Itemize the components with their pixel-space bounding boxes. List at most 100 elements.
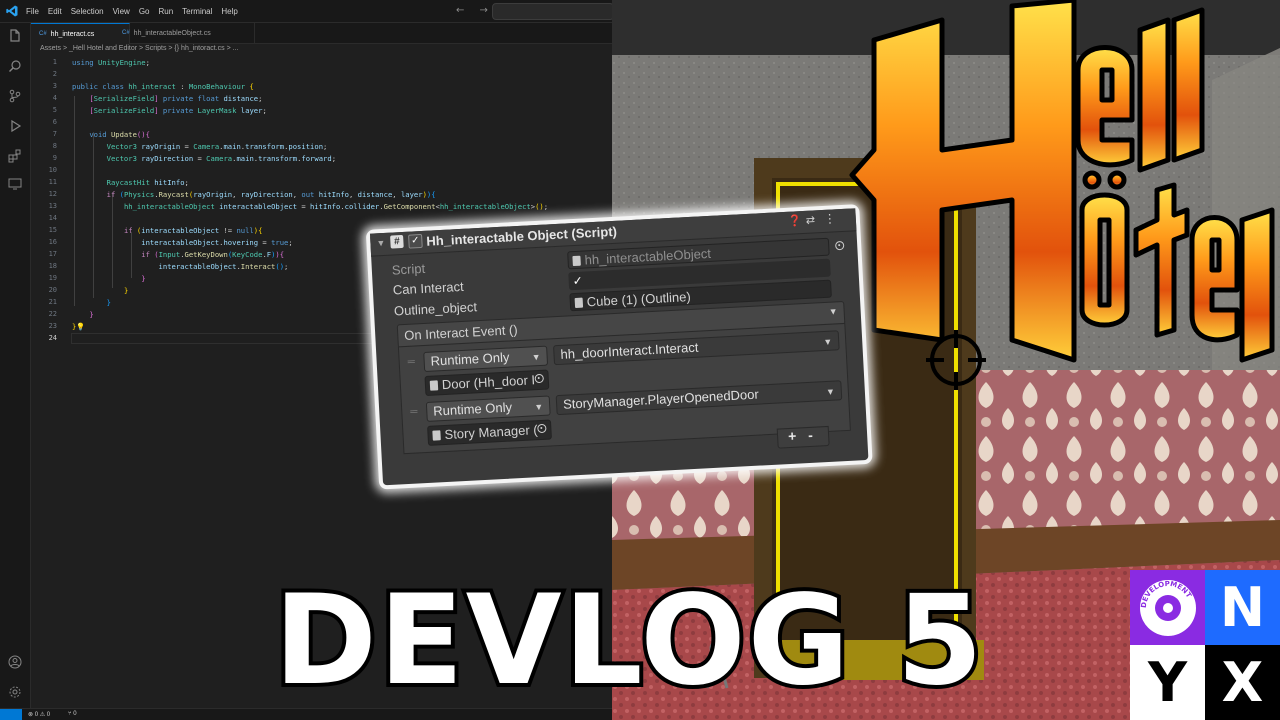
dropdown-arrow-icon: ▼ (531, 351, 541, 363)
dropdown-arrow-icon: ▼ (825, 386, 836, 398)
line-number: 12 (48, 190, 57, 198)
foldout-arrow-icon[interactable]: ▼ (376, 238, 385, 248)
editor-tabs: C# hh_interact.cs C# hh_interactableObje… (31, 23, 612, 44)
gameobject-icon (432, 430, 441, 441)
object-picker-icon[interactable] (537, 423, 547, 434)
code-line: } (141, 274, 146, 283)
line-number: 10 (48, 166, 57, 174)
line-number: 14 (48, 214, 57, 222)
line-number: 20 (48, 286, 57, 294)
code-line: if (Physics.Raycast(rayOrigin, rayDirect… (106, 190, 436, 199)
explorer-icon[interactable] (8, 29, 22, 43)
line-number: 8 (52, 142, 57, 150)
code-line: } (123, 286, 129, 295)
menu-selection[interactable]: Selection (71, 7, 104, 16)
problems-count[interactable]: ⊗ 0 ⚠ 0 (28, 711, 50, 718)
tab-label: hh_interactableObject.cs (133, 29, 211, 37)
event-target-value: Door (Hh_door I (441, 372, 536, 393)
outline-object-label: Outline_object (393, 299, 478, 319)
object-picker-icon[interactable] (834, 240, 845, 251)
line-number: 22 (48, 310, 57, 318)
line-number: 3 (52, 82, 57, 90)
code-line: [SerializeField] private float distance; (89, 94, 263, 103)
code-line: interactableObject.Interact(); (158, 262, 289, 271)
event-function-dropdown[interactable]: hh_doorInteract.Interact ▼ (553, 330, 840, 366)
event-label: On Interact Event () (403, 322, 518, 344)
code-line: Vector3 rayOrigin = Camera.main.transfor… (106, 142, 328, 151)
remote-explorer-icon[interactable] (8, 177, 22, 191)
can-interact-label: Can Interact (392, 278, 465, 298)
presets-icon[interactable]: ⇄ (806, 213, 816, 226)
code-line: } (106, 298, 111, 307)
script-hash-icon: # (390, 234, 404, 249)
breadcrumb[interactable]: Assets > _Hell Hotel and Editor > Script… (40, 45, 238, 52)
help-icon[interactable]: ❓ (788, 214, 802, 228)
menu-edit[interactable]: Edit (48, 7, 62, 16)
line-number: 23 (48, 322, 57, 330)
development-disc-icon: DEVELOPMENT (1139, 579, 1196, 636)
add-remove-footer: + - (776, 425, 830, 449)
command-center-input[interactable] (492, 3, 612, 20)
search-icon[interactable] (8, 59, 22, 73)
object-picker-icon[interactable] (534, 373, 544, 384)
menu-run[interactable]: Run (158, 7, 173, 16)
event-function-dropdown[interactable]: StoryManager.PlayerOpenedDoor ▼ (555, 380, 843, 416)
line-number: 19 (48, 274, 57, 282)
code-line: [SerializeField] private LayerMask layer… (89, 106, 267, 115)
logo-n-letter: N (1205, 570, 1280, 645)
remove-button[interactable]: - (808, 427, 814, 443)
gameobject-icon (574, 297, 584, 309)
event-function-value: StoryManager.PlayerOpenedDoor (562, 386, 760, 412)
extensions-icon[interactable] (8, 149, 22, 163)
line-number: 1 (52, 58, 57, 66)
component-title: Hh_interactable Object (Script) (426, 223, 618, 249)
line-number: 16 (48, 238, 57, 246)
code-line: RaycastHit hitInfo; (106, 178, 189, 187)
enabled-checkbox[interactable]: ✓ (408, 233, 423, 249)
code-line: if (Input.GetKeyDown(KeyCode.F)){ (141, 250, 285, 259)
event-mode-dropdown[interactable]: Runtime Only ▼ (423, 345, 549, 373)
script-file-icon (572, 255, 581, 267)
menu-view[interactable]: View (113, 7, 130, 16)
tab-hh-interactable-object[interactable]: C# hh_interactableObject.cs (114, 23, 255, 43)
event-function-value: hh_doorInteract.Interact (560, 339, 699, 362)
dropdown-arrow-icon: ▼ (534, 401, 544, 413)
drag-handle-icon[interactable]: ═ (410, 406, 418, 417)
vscode-logo-icon (6, 5, 18, 17)
devlog-title: DEVLOG 5 (270, 565, 987, 717)
menu-terminal[interactable]: Terminal (182, 7, 212, 16)
logo-o-cell: DEVELOPMENT (1130, 570, 1205, 645)
menu-help[interactable]: Help (221, 7, 237, 16)
settings-gear-icon[interactable] (8, 685, 22, 699)
source-control-icon[interactable] (8, 89, 22, 103)
script-value: hh_interactableObject (584, 245, 712, 268)
add-button[interactable]: + (788, 428, 797, 444)
context-menu-icon[interactable]: ⋮ (823, 211, 836, 226)
menu-go[interactable]: Go (139, 7, 150, 16)
dropdown-arrow-icon[interactable]: ▼ (828, 306, 837, 316)
event-mode-dropdown[interactable]: Runtime Only ▼ (425, 395, 551, 422)
remote-indicator[interactable] (0, 709, 22, 720)
account-icon[interactable] (8, 655, 22, 669)
event-mode-value: Runtime Only (432, 399, 513, 419)
line-number: 2 (52, 70, 57, 78)
gameobject-icon (429, 380, 439, 391)
unity-inspector-panel: ▼ # ✓ Hh_interactable Object (Script) ❓ … (365, 204, 873, 490)
event-target-field[interactable]: Door (Hh_door I (424, 369, 550, 396)
line-number: 15 (48, 226, 57, 234)
activity-bar (0, 23, 31, 708)
nav-arrows[interactable]: ← → (456, 5, 494, 16)
run-debug-icon[interactable] (8, 119, 22, 133)
dropdown-arrow-icon: ▼ (823, 336, 833, 348)
line-number: 13 (48, 202, 57, 210)
csharp-file-icon: C# (39, 31, 47, 37)
event-target-field[interactable]: Story Manager ( (427, 419, 552, 446)
line-number: 6 (52, 118, 57, 126)
event-mode-value: Runtime Only (430, 349, 510, 369)
outline-object-value: Cube (1) (Outline) (586, 288, 692, 310)
tab-label: hh_interact.cs (50, 30, 95, 38)
drag-handle-icon[interactable]: ═ (407, 357, 415, 368)
logo-y-letter: Y (1130, 645, 1205, 720)
menu-file[interactable]: File (26, 7, 39, 16)
ports-count[interactable]: ⑂ 0 (68, 711, 77, 717)
